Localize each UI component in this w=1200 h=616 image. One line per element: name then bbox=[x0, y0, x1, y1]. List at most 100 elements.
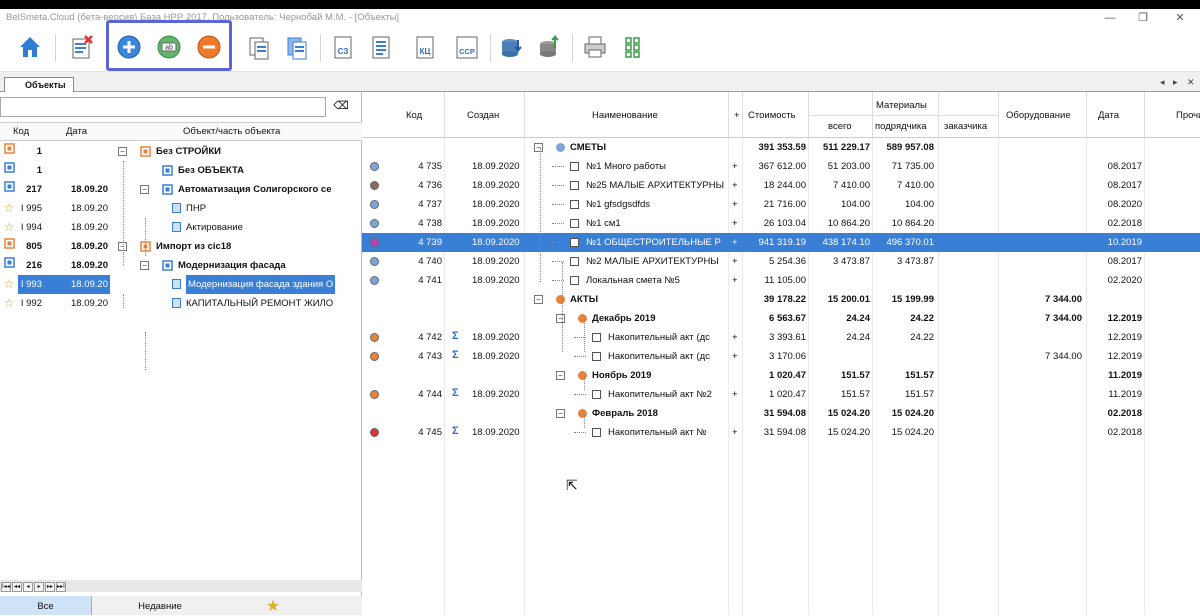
tab-prev-button[interactable]: ◂ bbox=[1160, 77, 1165, 88]
collapse-toggle[interactable]: − bbox=[118, 147, 127, 156]
col-equipment[interactable]: Оборудование bbox=[1006, 110, 1071, 121]
header-date[interactable]: Дата bbox=[66, 126, 87, 137]
row-plus[interactable]: + bbox=[732, 157, 742, 176]
search-input[interactable] bbox=[0, 97, 326, 117]
estimate-row[interactable]: 4 737 18.09.2020 №1 gfsdgsdfds +21 716.00 10… bbox=[362, 195, 1200, 214]
row-name[interactable]: Накопительный акт №2 bbox=[608, 385, 728, 404]
export-button[interactable] bbox=[534, 32, 564, 62]
object-name[interactable]: ПНР bbox=[186, 199, 206, 218]
col-code[interactable]: Код bbox=[406, 110, 422, 121]
object-row[interactable]: 1 Без ОБЪЕКТА bbox=[0, 161, 362, 180]
row-checkbox[interactable] bbox=[592, 352, 601, 361]
estimate-row[interactable]: 4 741 18.09.2020 Локальная смета №5 +11 105… bbox=[362, 271, 1200, 290]
row-name[interactable]: Декабрь 2019 bbox=[592, 309, 728, 328]
object-name[interactable]: Без СТРОЙКИ bbox=[156, 142, 221, 161]
row-name[interactable]: №1 ОБЩЕСТРОИТЕЛЬНЫЕ Р bbox=[586, 233, 728, 252]
nav-button[interactable]: ▸▸I bbox=[56, 582, 66, 592]
row-plus[interactable]: + bbox=[732, 233, 742, 252]
home-button[interactable] bbox=[15, 32, 45, 62]
estimate-row[interactable]: 4 736 18.09.2020 №25 МАЛЫЕ АРХИТЕКТУРНЫ +18… bbox=[362, 176, 1200, 195]
estimate-row[interactable]: 4 735 18.09.2020 №1 Много работы +367 612.0… bbox=[362, 157, 1200, 176]
header-code[interactable]: Код bbox=[13, 126, 29, 137]
tab-objects[interactable]: Объекты bbox=[4, 77, 74, 92]
col-cost[interactable]: Стоимость bbox=[748, 110, 796, 121]
collapse-toggle[interactable]: − bbox=[556, 409, 565, 418]
estimate-row[interactable]: − АКТЫ 39 178.22 15 200.01 15 199.99 7 344.00 bbox=[362, 290, 1200, 309]
tab-all[interactable]: Все bbox=[0, 596, 92, 615]
object-name[interactable]: Модернизация фасада здания О bbox=[186, 275, 336, 294]
row-name[interactable]: Накопительный акт (дс bbox=[608, 347, 728, 366]
nav-button[interactable]: ◂ bbox=[23, 582, 33, 592]
nav-button[interactable]: I◂◂ bbox=[1, 582, 11, 592]
row-checkbox[interactable] bbox=[570, 181, 579, 190]
estimate-row[interactable]: 4 744 Σ 18.09.2020 Накопительный акт №2 +1 0… bbox=[362, 385, 1200, 404]
import-button[interactable] bbox=[496, 32, 526, 62]
print-button[interactable] bbox=[580, 32, 610, 62]
row-plus[interactable]: + bbox=[732, 176, 742, 195]
tab-next-button[interactable]: ▸ bbox=[1173, 77, 1178, 88]
row-checkbox[interactable] bbox=[570, 257, 579, 266]
estimate-row[interactable]: 4 742 Σ 18.09.2020 Накопительный акт (дс +3 … bbox=[362, 328, 1200, 347]
row-plus[interactable]: + bbox=[732, 385, 742, 404]
col-materials[interactable]: Материалы bbox=[876, 100, 927, 111]
copy-document-button[interactable] bbox=[244, 32, 274, 62]
row-plus[interactable]: + bbox=[732, 347, 742, 366]
col-plus[interactable]: + bbox=[734, 110, 740, 121]
collapse-toggle[interactable]: − bbox=[140, 185, 149, 194]
row-plus[interactable]: + bbox=[732, 271, 742, 290]
estimate-row[interactable]: 4 739 18.09.2020 №1 ОБЩЕСТРОИТЕЛЬНЫЕ Р +941… bbox=[362, 233, 1200, 252]
object-row[interactable]: ☆ I 993 18.09.20 Модернизация фасада здания… bbox=[0, 275, 362, 294]
object-row[interactable]: 217 18.09.20 − Автоматизация Солигорского с… bbox=[0, 180, 362, 199]
col-name[interactable]: Наименование bbox=[592, 110, 658, 121]
row-name[interactable]: №1 Много работы bbox=[586, 157, 728, 176]
object-name[interactable]: Автоматизация Солигорского се bbox=[178, 180, 332, 199]
collapse-toggle[interactable]: − bbox=[534, 295, 543, 304]
estimate-row[interactable]: − Декабрь 2019 6 563.67 24.24 24.22 7 344.00 1… bbox=[362, 309, 1200, 328]
object-row[interactable]: ☆ I 992 18.09.20 КАПИТАЛЬНЫЙ РЕМОНТ ЖИЛО bbox=[0, 294, 362, 313]
row-checkbox[interactable] bbox=[570, 238, 579, 247]
minimize-button[interactable]: — bbox=[1095, 9, 1125, 29]
row-checkbox[interactable] bbox=[570, 162, 579, 171]
collapse-toggle[interactable]: − bbox=[556, 371, 565, 380]
row-checkbox[interactable] bbox=[570, 219, 579, 228]
row-name[interactable]: №1 см1 bbox=[586, 214, 728, 233]
tab-recent[interactable]: Недавние bbox=[110, 596, 210, 615]
row-checkbox[interactable] bbox=[570, 200, 579, 209]
tab-close-button[interactable]: ✕ bbox=[1187, 77, 1195, 88]
object-row[interactable]: 216 18.09.20 − Модернизация фасада bbox=[0, 256, 362, 275]
nav-button[interactable]: ▸ bbox=[34, 582, 44, 592]
row-name[interactable]: Ноябрь 2019 bbox=[592, 366, 728, 385]
row-checkbox[interactable] bbox=[592, 390, 601, 399]
row-plus[interactable]: + bbox=[732, 214, 742, 233]
row-name[interactable]: №1 gfsdgsdfds bbox=[586, 195, 728, 214]
collapse-toggle[interactable]: − bbox=[140, 261, 149, 270]
col-date[interactable]: Дата bbox=[1098, 110, 1119, 121]
row-checkbox[interactable] bbox=[592, 333, 601, 342]
kc-report-button[interactable]: КЦ bbox=[410, 32, 440, 62]
col-mat-customer[interactable]: заказчика bbox=[944, 121, 987, 132]
estimate-row[interactable]: 4 743 Σ 18.09.2020 Накопительный акт (дс +3 … bbox=[362, 347, 1200, 366]
object-row[interactable]: 805 18.09.20− Импорт из cic18 bbox=[0, 237, 362, 256]
row-name[interactable]: СМЕТЫ bbox=[570, 138, 728, 157]
delete-document-button[interactable] bbox=[67, 32, 97, 62]
estimate-row[interactable]: − Февраль 2018 31 594.08 15 024.20 15 024.20… bbox=[362, 404, 1200, 423]
sc-report-button[interactable]: СЗ bbox=[328, 32, 358, 62]
row-plus[interactable]: + bbox=[732, 328, 742, 347]
row-name[interactable]: Февраль 2018 bbox=[592, 404, 728, 423]
favorites-star-icon[interactable]: ★ bbox=[258, 596, 288, 615]
col-mat-contractor[interactable]: подрядчика bbox=[875, 121, 927, 132]
object-name[interactable]: Импорт из cic18 bbox=[156, 237, 231, 256]
object-name[interactable]: Актирование bbox=[186, 218, 243, 237]
duplicate-button[interactable] bbox=[282, 32, 312, 62]
nav-button[interactable]: ▸▸ bbox=[45, 582, 55, 592]
estimate-row[interactable]: 4 738 18.09.2020 №1 см1 +26 103.04 10 864.20… bbox=[362, 214, 1200, 233]
object-row[interactable]: ☆ I 994 18.09.20 Актирование bbox=[0, 218, 362, 237]
row-name[interactable]: Накопительный акт (дс bbox=[608, 328, 728, 347]
row-name[interactable]: Локальная смета №5 bbox=[586, 271, 728, 290]
collapse-toggle[interactable]: − bbox=[556, 314, 565, 323]
row-name[interactable]: Накопительный акт № bbox=[608, 423, 728, 442]
clear-search-button[interactable]: ⌫ bbox=[332, 99, 350, 115]
list-document-button[interactable] bbox=[366, 32, 396, 62]
row-plus[interactable]: + bbox=[732, 252, 742, 271]
collapse-toggle[interactable]: − bbox=[534, 143, 543, 152]
